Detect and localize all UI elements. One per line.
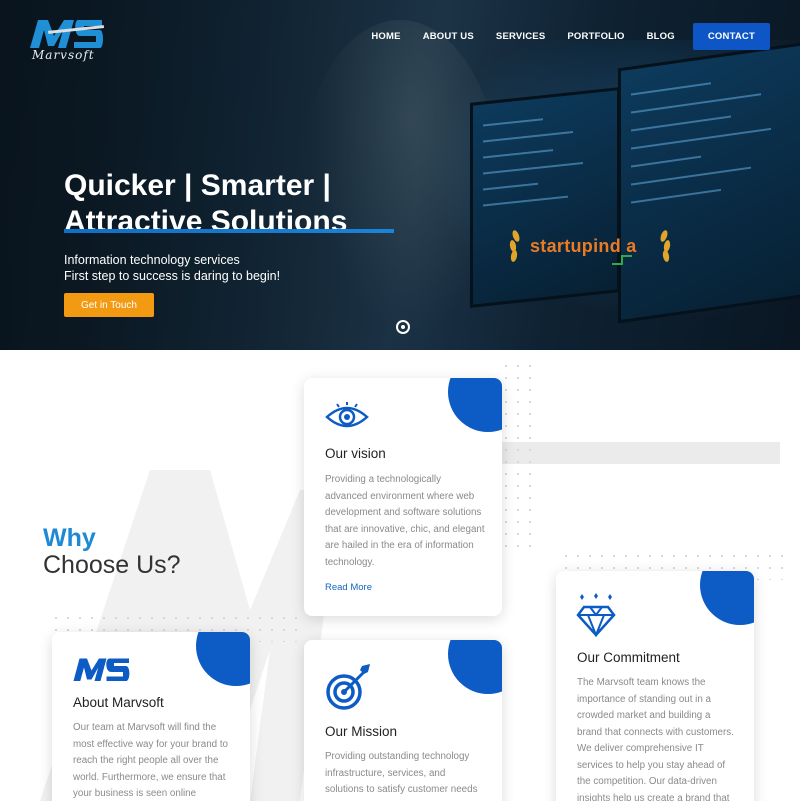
card-about-marvsoft: About Marvsoft Our team at Marvsoft will… xyxy=(52,632,250,801)
card-commitment-title: Our Commitment xyxy=(577,650,680,665)
card-corner-circle xyxy=(196,632,250,686)
card-mission-text: Providing outstanding technology infrast… xyxy=(325,751,478,795)
nav-portfolio[interactable]: PORTFOLIO xyxy=(567,31,624,42)
nav-services[interactable]: SERVICES xyxy=(496,31,545,42)
target-icon xyxy=(326,664,370,710)
nav-home[interactable]: HOME xyxy=(371,31,400,42)
hero-banner: Marvsoft HOME ABOUT US SERVICES PORTFOLI… xyxy=(0,0,800,350)
card-about-title: About Marvsoft xyxy=(73,695,164,710)
nav-about-us[interactable]: ABOUT US xyxy=(423,31,474,42)
carousel-indicator[interactable] xyxy=(396,320,410,334)
card-corner-circle xyxy=(448,640,502,694)
card-vision-text: Providing a technologically advanced env… xyxy=(325,474,485,568)
card-about-text: Our team at Marvsoft will find the most … xyxy=(73,722,229,799)
card-corner-circle xyxy=(448,378,502,432)
hero-subtitle-line2: First step to success is daring to begin… xyxy=(64,269,281,283)
get-in-touch-button[interactable]: Get in Touch xyxy=(64,293,154,317)
card-vision-title: Our vision xyxy=(325,446,386,461)
hero-headline-underline xyxy=(64,229,394,233)
hero-headline-line1: Quicker | Smarter | xyxy=(64,169,331,202)
card-our-vision: Our vision Providing a technologically a… xyxy=(304,378,502,616)
diamond-icon xyxy=(576,593,616,637)
card-mission-title: Our Mission xyxy=(325,724,398,739)
card-corner-circle xyxy=(700,571,754,625)
why-heading: Why xyxy=(43,524,96,552)
monitor-left xyxy=(470,87,620,308)
choose-us-heading: Choose Us? xyxy=(43,551,181,579)
startup-india-text: startupind a xyxy=(530,236,637,256)
hero-subtitle-line1: Information technology services xyxy=(64,253,240,267)
marvsoft-logo-icon xyxy=(73,658,130,681)
page: Marvsoft HOME ABOUT US SERVICES PORTFOLI… xyxy=(0,0,800,801)
card-commitment-text: The Marvsoft team knows the importance o… xyxy=(577,677,734,801)
main-nav: HOME ABOUT US SERVICES PORTFOLIO BLOG CO… xyxy=(349,23,770,50)
logo-wordmark: Marvsoft xyxy=(32,48,95,62)
card-our-mission: Our Mission Providing outstanding techno… xyxy=(304,640,502,801)
eye-icon xyxy=(325,402,369,428)
hero-headline-line2: Attractive Solutions xyxy=(64,205,348,238)
nav-blog[interactable]: BLOG xyxy=(647,31,675,42)
nav-contact-button[interactable]: CONTACT xyxy=(692,23,770,50)
card-our-commitment: Our Commitment The Marvsoft team knows t… xyxy=(556,571,754,801)
read-more-link[interactable]: Read More xyxy=(325,582,372,593)
dot-grid-top xyxy=(500,360,540,550)
monitor-right xyxy=(618,41,800,324)
